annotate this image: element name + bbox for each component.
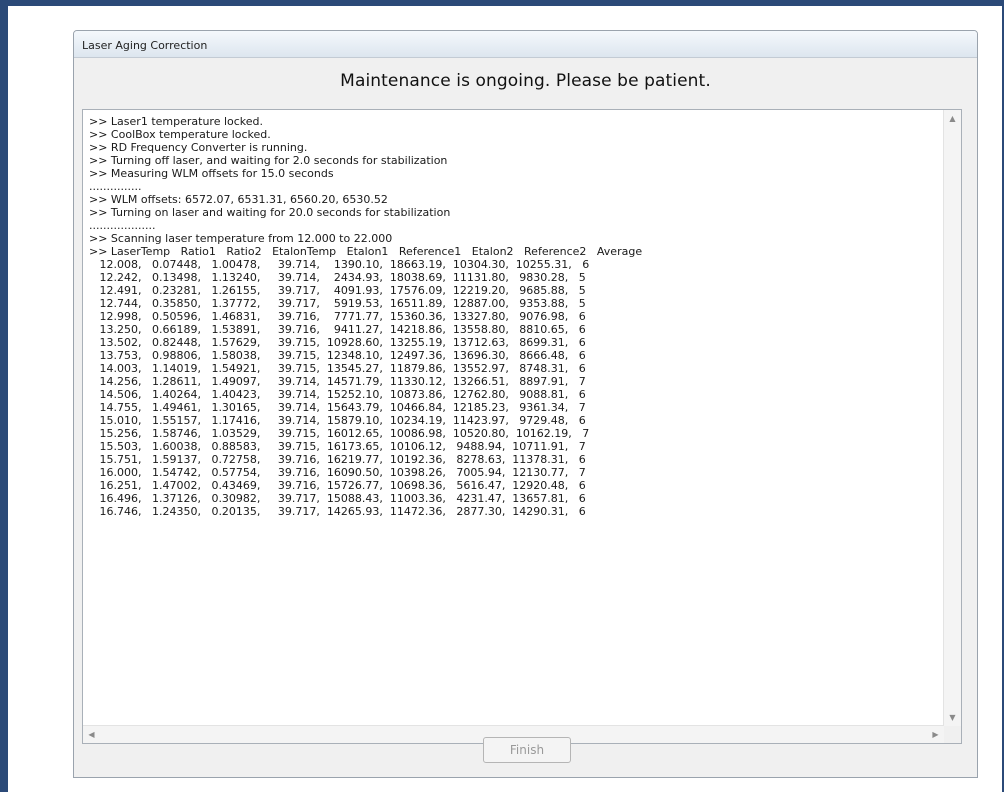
log-line: 12.491, 0.23281, 1.26155, 39.717, 4091.9…: [89, 284, 586, 297]
log-content: >> Laser1 temperature locked. >> CoolBox …: [83, 110, 944, 726]
log-line: 12.998, 0.50596, 1.46831, 39.716, 7771.7…: [89, 310, 586, 323]
log-line: 16.746, 1.24350, 0.20135, 39.717, 14265.…: [89, 505, 586, 518]
log-line: 14.506, 1.40264, 1.40423, 39.714, 15252.…: [89, 388, 586, 401]
log-line: 14.256, 1.28611, 1.49097, 39.714, 14571.…: [89, 375, 586, 388]
log-line: >> Turning on laser and waiting for 20.0…: [89, 206, 451, 219]
log-line: 15.751, 1.59137, 0.72758, 39.716, 16219.…: [89, 453, 586, 466]
log-line: 12.242, 0.13498, 1.13240, 39.714, 2434.9…: [89, 271, 586, 284]
log-line: 13.250, 0.66189, 1.53891, 39.716, 9411.2…: [89, 323, 586, 336]
log-line: >> CoolBox temperature locked.: [89, 128, 271, 141]
log-line: 14.755, 1.49461, 1.30165, 39.714, 15643.…: [89, 401, 586, 414]
log-line: >> RD Frequency Converter is running.: [89, 141, 308, 154]
log-line: 13.753, 0.98806, 1.58038, 39.715, 12348.…: [89, 349, 586, 362]
scroll-down-icon[interactable]: ▼: [944, 709, 961, 726]
finish-button[interactable]: Finish: [483, 737, 571, 763]
log-line: 16.251, 1.47002, 0.43469, 39.716, 15726.…: [89, 479, 586, 492]
log-line: 16.496, 1.37126, 0.30982, 39.717, 15088.…: [89, 492, 586, 505]
log-line: >> LaserTemp Ratio1 Ratio2 EtalonTemp Et…: [89, 245, 643, 258]
banner-area: Maintenance is ongoing. Please be patien…: [74, 58, 977, 102]
log-line: 14.003, 1.14019, 1.54921, 39.715, 13545.…: [89, 362, 586, 375]
log-line: >> Laser1 temperature locked.: [89, 115, 264, 128]
log-line: ...................: [89, 219, 156, 232]
vertical-scrollbar[interactable]: ▲ ▼: [943, 110, 961, 726]
log-line: 12.008, 0.07448, 1.00478, 39.714, 1390.1…: [89, 258, 590, 271]
log-line: 15.503, 1.60038, 0.88583, 39.715, 16173.…: [89, 440, 586, 453]
log-line: 13.502, 0.82448, 1.57629, 39.715, 10928.…: [89, 336, 586, 349]
log-output-area[interactable]: >> Laser1 temperature locked. >> CoolBox …: [82, 109, 962, 744]
log-line: ...............: [89, 180, 142, 193]
log-line: >> Measuring WLM offsets for 15.0 second…: [89, 167, 334, 180]
maintenance-banner: Maintenance is ongoing. Please be patien…: [340, 71, 711, 91]
scroll-up-icon[interactable]: ▲: [944, 110, 961, 127]
laser-aging-dialog: Laser Aging Correction Maintenance is on…: [73, 30, 978, 778]
button-bar: Finish: [74, 729, 977, 777]
log-line: 15.010, 1.55157, 1.17416, 39.714, 15879.…: [89, 414, 586, 427]
log-line: >> Turning off laser, and waiting for 2.…: [89, 154, 448, 167]
log-line: >> WLM offsets: 6572.07, 6531.31, 6560.2…: [89, 193, 388, 206]
log-line: 16.000, 1.54742, 0.57754, 39.716, 16090.…: [89, 466, 586, 479]
log-line: 15.256, 1.58746, 1.03529, 39.715, 16012.…: [89, 427, 590, 440]
log-line: >> Scanning laser temperature from 12.00…: [89, 232, 393, 245]
window-title: Laser Aging Correction: [74, 31, 977, 58]
log-line: 12.744, 0.35850, 1.37772, 39.717, 5919.5…: [89, 297, 586, 310]
